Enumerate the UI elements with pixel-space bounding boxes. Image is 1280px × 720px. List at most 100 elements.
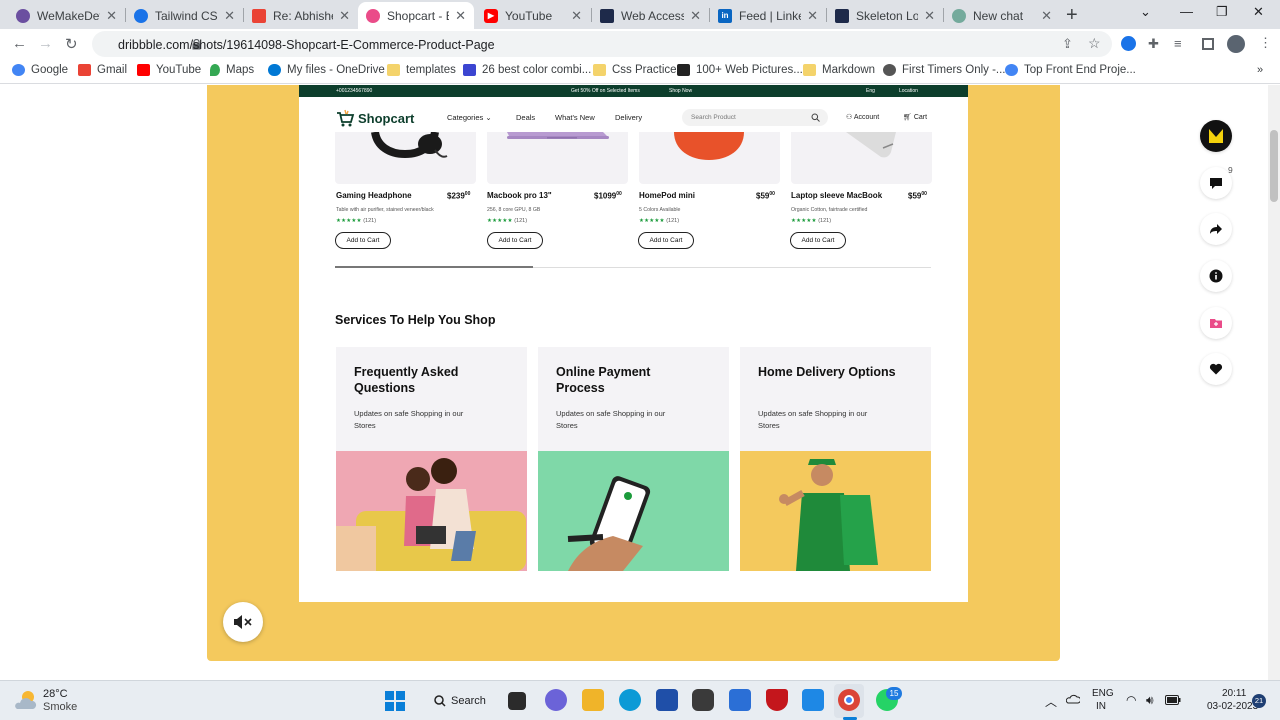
taskbar-search[interactable]: Search	[424, 688, 492, 714]
bookmark-templates[interactable]: templates	[387, 64, 456, 76]
tab-tailwind[interactable]: Tailwind CSS S ✕	[126, 2, 243, 29]
carousel-scrollbar[interactable]	[335, 266, 931, 268]
close-icon[interactable]: ✕	[807, 8, 818, 24]
bookmark-css-practice[interactable]: Css Practice	[593, 64, 677, 76]
bookmark-google[interactable]: Google	[12, 64, 68, 76]
close-icon[interactable]: ✕	[690, 8, 701, 24]
bookmark-web-pictures[interactable]: 100+ Web Pictures...	[677, 64, 803, 76]
tab-youtube[interactable]: ▶ YouTube ✕	[476, 2, 590, 29]
forward-icon[interactable]: →	[38, 35, 53, 52]
menu-icon[interactable]: ⋮	[1259, 35, 1272, 51]
tray-chevron-up-icon[interactable]: ︿	[1045, 693, 1057, 710]
file-explorer-icon[interactable]	[582, 689, 604, 711]
mcafee-icon[interactable]	[766, 689, 788, 711]
share-icon[interactable]: ⇪	[1062, 36, 1073, 52]
service-card-faq[interactable]: Frequently Asked Questions Updates on sa…	[336, 347, 527, 571]
details-button[interactable]	[1200, 260, 1232, 292]
reading-list-icon[interactable]: ≡	[1174, 36, 1182, 51]
teams-chat-icon[interactable]	[545, 689, 567, 711]
nav-categories[interactable]: Categories ⌄	[447, 113, 492, 122]
bookmark-color-combi[interactable]: 26 best color combi...	[463, 64, 591, 76]
close-icon[interactable]: ✕	[224, 8, 235, 24]
tab-gmail[interactable]: Re: Abhishek I ✕	[244, 2, 358, 29]
tab-chatgpt[interactable]: New chat ✕	[944, 2, 1060, 29]
close-icon[interactable]: ✕	[106, 8, 117, 24]
mute-button[interactable]	[223, 602, 263, 642]
collection-button[interactable]	[1200, 307, 1232, 339]
bookmark-gmail[interactable]: Gmail	[78, 64, 127, 76]
url-text[interactable]: dribbble.com/shots/19614098-Shopcart-E-C…	[118, 38, 495, 52]
maximize-button[interactable]: ❐	[1216, 4, 1228, 20]
scrollbar-thumb[interactable]	[1270, 130, 1278, 202]
close-icon[interactable]: ✕	[455, 8, 466, 24]
reload-icon[interactable]: ↻	[65, 35, 78, 53]
app-chart-icon[interactable]	[729, 689, 751, 711]
product-name[interactable]: Laptop sleeve MacBook	[791, 191, 882, 200]
cart-link[interactable]: 🛒︎ Cart	[903, 113, 927, 121]
tab-skeleton[interactable]: Skeleton Load ✕	[827, 2, 943, 29]
add-to-cart-button[interactable]: Add to Cart	[487, 232, 543, 249]
bookmark-first-timers[interactable]: First Timers Only -...	[883, 64, 1006, 76]
app-cube-icon[interactable]	[692, 689, 714, 711]
tab-web-accessibility[interactable]: Web Accessibi ✕	[592, 2, 709, 29]
notification-badge[interactable]: 21	[1252, 694, 1266, 708]
new-tab-button[interactable]: +	[1066, 4, 1078, 27]
bookmark-maps[interactable]: Maps	[210, 64, 254, 76]
more-bookmarks-icon[interactable]: »	[1257, 64, 1263, 76]
volume-icon[interactable]: 🔊︎	[1146, 693, 1154, 708]
tab-wemakedevs[interactable]: WeMakeDevs ✕	[8, 2, 125, 29]
service-card-delivery[interactable]: Home Delivery Options Updates on safe Sh…	[740, 347, 931, 571]
product-name[interactable]: Macbook pro 13"	[487, 191, 552, 200]
bookmark-youtube[interactable]: YouTube	[137, 64, 201, 76]
page-scrollbar[interactable]	[1268, 85, 1280, 680]
store-icon[interactable]	[656, 689, 678, 711]
clock-date[interactable]: 03-02-2023	[1207, 701, 1258, 712]
bookmark-onedrive[interactable]: My files - OneDrive	[268, 64, 385, 76]
product-name[interactable]: Gaming Headphone	[336, 191, 412, 200]
close-icon[interactable]: ✕	[571, 8, 582, 24]
minimize-button[interactable]: —	[1180, 4, 1193, 19]
add-to-cart-button[interactable]: Add to Cart	[335, 232, 391, 249]
edge-icon[interactable]	[619, 689, 641, 711]
chrome-icon[interactable]	[838, 689, 860, 711]
wifi-icon[interactable]: ◠	[1126, 693, 1136, 707]
add-to-cart-button[interactable]: Add to Cart	[790, 232, 846, 249]
close-icon[interactable]: ✕	[339, 8, 350, 24]
product-search-input[interactable]: Search Product	[682, 109, 828, 126]
window-close-button[interactable]: ✕	[1253, 4, 1264, 20]
close-icon[interactable]: ✕	[1041, 8, 1052, 24]
nav-deals[interactable]: Deals	[516, 113, 535, 122]
lang-in[interactable]: IN	[1096, 701, 1106, 712]
service-card-payment[interactable]: Online Payment Process Updates on safe S…	[538, 347, 729, 571]
extension-icon[interactable]	[1121, 36, 1136, 51]
bookmark-star-icon[interactable]: ☆	[1088, 35, 1101, 52]
weather-temp[interactable]: 28°C	[43, 688, 68, 700]
battery-icon[interactable]	[1165, 695, 1181, 705]
account-link[interactable]: ⚇ Account	[846, 113, 879, 121]
weather-icon[interactable]	[14, 689, 38, 711]
add-to-cart-button[interactable]: Add to Cart	[638, 232, 694, 249]
onedrive-cloud-icon[interactable]	[1066, 694, 1080, 704]
product-name[interactable]: HomePod mini	[639, 191, 695, 200]
bookmark-top-frontend[interactable]: Top Front End Proje...	[1005, 64, 1136, 76]
back-icon[interactable]: ←	[12, 35, 27, 52]
puzzle-icon[interactable]: ✚	[1148, 36, 1159, 52]
nav-whats-new[interactable]: What's New	[555, 113, 595, 122]
tab-shopcart[interactable]: Shopcart - E-C ✕	[358, 2, 474, 29]
tab-search-icon[interactable]: ⌄	[1140, 4, 1151, 20]
like-button[interactable]	[1200, 353, 1232, 385]
avatar[interactable]	[1227, 35, 1245, 53]
task-view-icon[interactable]	[508, 692, 526, 710]
start-windows-icon[interactable]	[385, 691, 405, 711]
nav-delivery[interactable]: Delivery	[615, 113, 642, 122]
vscode-icon[interactable]	[802, 689, 824, 711]
lang-eng[interactable]: ENG	[1092, 688, 1114, 699]
share-button[interactable]	[1200, 213, 1232, 245]
designer-avatar[interactable]	[1200, 120, 1232, 152]
close-icon[interactable]: ✕	[924, 8, 935, 24]
search-icon[interactable]	[811, 113, 820, 122]
clock-time[interactable]: 20:11	[1222, 688, 1246, 699]
tab-linkedin[interactable]: in Feed | LinkedI ✕	[710, 2, 826, 29]
bookmark-markdown[interactable]: Markdown	[803, 64, 875, 76]
side-panel-icon[interactable]	[1202, 38, 1214, 50]
